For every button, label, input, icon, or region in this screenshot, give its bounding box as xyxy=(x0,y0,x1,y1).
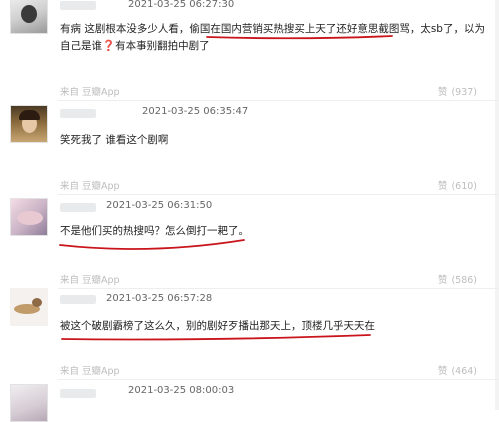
comment-source: 来自 豆瓣App xyxy=(60,366,120,377)
comment-source: 来自 豆瓣App xyxy=(60,181,120,192)
comment-source: 来自 豆瓣App xyxy=(60,87,120,98)
username-redacted[interactable] xyxy=(60,295,96,304)
comment-source: 来自 豆瓣App xyxy=(60,275,120,286)
comment-text: 有病 这剧根本没多少人看，偷国在国内营销买热搜买上天了还好意思截图骂，太sb了，… xyxy=(60,21,485,38)
comment-text-line1: 有病 这剧根本没多少人看，偷国在国内营销买热搜买上天了还好意思截图骂，太sb了，… xyxy=(60,23,485,35)
like-button[interactable]: 赞 (610) xyxy=(438,178,477,192)
username-redacted[interactable] xyxy=(60,1,96,10)
comment-footer: 来自 豆瓣App 赞 (586) xyxy=(0,268,499,286)
avatar[interactable] xyxy=(10,384,48,422)
like-button[interactable]: 赞 (586) xyxy=(438,272,477,286)
like-count: (464) xyxy=(451,366,477,377)
comment-time: 2021-03-25 06:35:47 xyxy=(142,106,249,117)
comment-text-line2: 自己是谁❓有本事别翻拍中剧了 xyxy=(60,40,210,52)
avatar[interactable] xyxy=(10,288,48,326)
divider xyxy=(58,100,499,101)
comment-footer: 来自 豆瓣App 赞 (464) xyxy=(0,360,499,378)
avatar[interactable] xyxy=(10,198,48,236)
comment-time: 2021-03-25 06:57:28 xyxy=(106,293,213,304)
like-count: (586) xyxy=(451,275,477,286)
comment-text: 被这个破剧霸榜了这么久，别的剧好歹播出那天上，顶楼几乎天天在 xyxy=(60,320,375,332)
like-button[interactable]: 赞 (464) xyxy=(438,363,477,377)
avatar[interactable] xyxy=(10,105,48,143)
scrollbar[interactable] xyxy=(495,0,499,410)
divider xyxy=(58,194,499,195)
like-count: (610) xyxy=(451,181,477,192)
question-emoji-icon: ❓ xyxy=(102,40,116,52)
username-redacted[interactable] xyxy=(60,203,96,212)
username-redacted[interactable] xyxy=(60,109,96,118)
username-redacted[interactable] xyxy=(60,389,96,398)
like-count: (937) xyxy=(451,87,477,98)
comment-text: 笑死我了 谁看这个剧啊 xyxy=(60,134,169,146)
comment-time: 2021-03-25 08:00:03 xyxy=(128,385,235,396)
comment-time: 2021-03-25 06:27:30 xyxy=(128,0,235,10)
comment-text: 不是他们买的热搜吗？怎么倒打一耙了。 xyxy=(60,225,249,237)
like-button[interactable]: 赞 (937) xyxy=(438,84,477,98)
comment-footer: 来自 豆瓣App 赞 (610) xyxy=(0,175,499,193)
divider xyxy=(58,379,499,380)
avatar[interactable] xyxy=(10,0,48,34)
comment-time: 2021-03-25 06:31:50 xyxy=(106,200,213,211)
divider xyxy=(58,288,499,289)
comment-footer: 来自 豆瓣App 赞 (937) xyxy=(0,80,499,98)
